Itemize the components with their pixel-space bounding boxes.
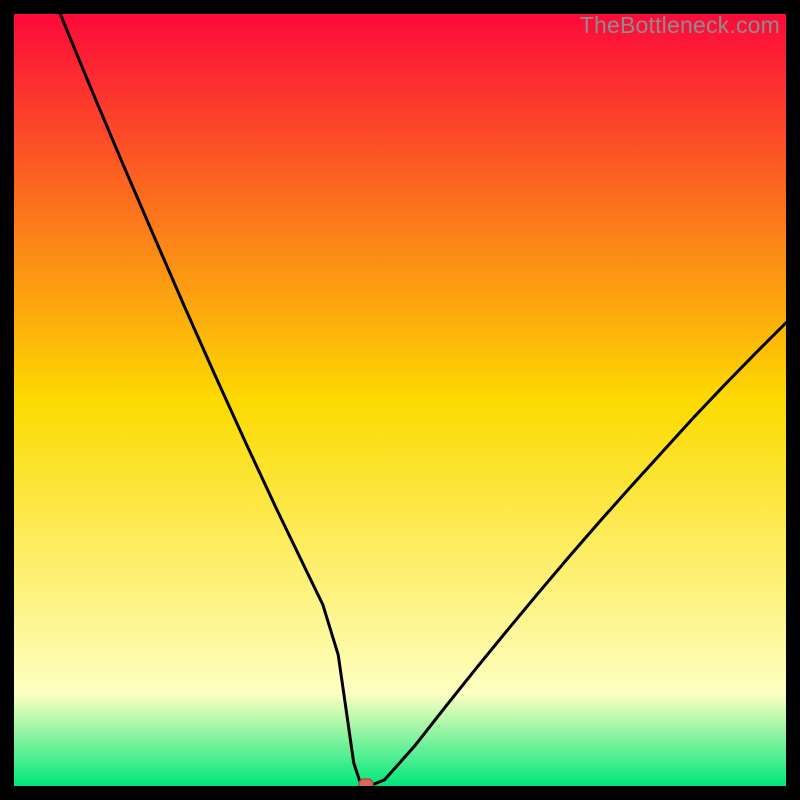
chart-plot [14,14,786,786]
chart-frame: TheBottleneck.com [14,14,786,786]
optimum-marker [359,779,373,786]
gradient-background [14,14,786,786]
watermark-text: TheBottleneck.com [580,12,780,39]
